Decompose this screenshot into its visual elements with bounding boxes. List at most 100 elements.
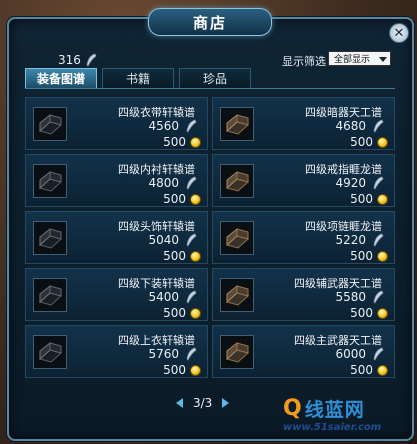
item-gold-price: 500	[350, 363, 388, 377]
gold-coin-icon	[377, 307, 388, 319]
feather-icon	[373, 290, 384, 304]
next-page-icon[interactable]	[222, 398, 230, 408]
shop-item-card[interactable]: 四级辅武器天工谱 5580 500	[212, 268, 395, 321]
prev-page-icon[interactable]	[176, 398, 183, 408]
feather-icon	[186, 176, 197, 190]
shop-item-card[interactable]: 四级衣带轩辕谱 4560 500	[25, 97, 208, 150]
item-price-value: 6000	[335, 347, 366, 361]
item-price: 4560	[148, 119, 197, 133]
item-gold-price: 500	[350, 135, 388, 149]
shop-item-card[interactable]: 四级内衬轩辕谱 4800 500	[25, 154, 208, 207]
item-gold-value: 500	[163, 249, 186, 263]
shop-item-card[interactable]: 四级项链睚龙谱 5220 500	[212, 211, 395, 264]
title-banner: 商店	[148, 8, 272, 36]
item-gold-price: 500	[163, 192, 201, 206]
item-price: 6000	[335, 347, 384, 361]
gold-coin-icon	[190, 307, 201, 319]
feather-icon	[186, 290, 197, 304]
item-gold-value: 500	[163, 192, 186, 206]
feather-icon	[186, 233, 197, 247]
item-price: 5220	[335, 233, 384, 247]
shop-item-card[interactable]: 四级头饰轩辕谱 5040 500	[25, 211, 208, 264]
book-icon	[33, 335, 67, 369]
shop-item-card[interactable]: 四级暗器天工谱 4680 500	[212, 97, 395, 150]
item-price-value: 4680	[335, 119, 366, 133]
shop-item-card[interactable]: 四级主武器天工谱 6000 500	[212, 325, 395, 378]
book-icon	[220, 335, 254, 369]
item-name: 四级暗器天工谱	[305, 106, 382, 119]
close-button[interactable]: ✕	[389, 23, 409, 43]
item-price-value: 5220	[335, 233, 366, 247]
item-price-value: 4800	[148, 176, 179, 190]
book-icon	[220, 221, 254, 255]
feather-icon	[86, 53, 97, 67]
book-icon	[33, 278, 67, 312]
item-price-value: 4920	[335, 176, 366, 190]
item-gold-value: 500	[163, 135, 186, 149]
item-price: 5580	[335, 290, 384, 304]
tab-equipment-recipes[interactable]: 装备图谱	[25, 68, 97, 88]
filter-dropdown[interactable]: 全部显示	[328, 51, 391, 66]
watermark-url: www.51saier.com	[283, 422, 382, 433]
tab-books[interactable]: 书籍	[102, 68, 174, 88]
item-price: 5040	[148, 233, 197, 247]
feather-icon	[186, 347, 197, 361]
item-name: 四级衣带轩辕谱	[118, 106, 195, 119]
item-gold-value: 500	[350, 135, 373, 149]
item-gold-price: 500	[350, 306, 388, 320]
item-name: 四级头饰轩辕谱	[118, 220, 195, 233]
shop-item-card[interactable]: 四级戒指睚龙谱 4920 500	[212, 154, 395, 207]
book-icon	[33, 221, 67, 255]
item-price-value: 5040	[148, 233, 179, 247]
page-indicator: 3/3	[193, 396, 213, 410]
filter-selected-value: 全部显示	[334, 55, 371, 65]
feather-icon	[186, 119, 197, 133]
tab-treasures[interactable]: 珍品	[179, 68, 251, 88]
item-gold-value: 500	[350, 192, 373, 206]
item-price: 4680	[335, 119, 384, 133]
item-gold-price: 500	[350, 192, 388, 206]
book-icon	[33, 164, 67, 198]
item-name: 四级戒指睚龙谱	[305, 163, 382, 176]
feather-icon	[373, 233, 384, 247]
tab-bar: 装备图谱 书籍 珍品	[25, 68, 251, 88]
gold-coin-icon	[190, 250, 201, 262]
item-price: 5760	[148, 347, 197, 361]
item-gold-value: 500	[350, 363, 373, 377]
currency-display: 316	[58, 53, 97, 67]
item-price: 4800	[148, 176, 197, 190]
item-name: 四级内衬轩辕谱	[118, 163, 195, 176]
item-gold-price: 500	[350, 249, 388, 263]
gold-coin-icon	[377, 364, 388, 376]
gold-coin-icon	[190, 193, 201, 205]
gold-coin-icon	[377, 250, 388, 262]
item-name: 四级上衣轩辕谱	[118, 334, 195, 347]
book-icon	[33, 107, 67, 141]
item-name: 四级辅武器天工谱	[294, 277, 382, 290]
item-gold-value: 500	[350, 249, 373, 263]
filter-label: 显示筛选	[282, 55, 326, 68]
item-price-value: 4560	[148, 119, 179, 133]
item-gold-value: 500	[163, 363, 186, 377]
pagination: 3/3	[176, 396, 230, 410]
chevron-down-icon	[379, 57, 387, 62]
item-gold-value: 500	[163, 306, 186, 320]
item-price-value: 5400	[148, 290, 179, 304]
site-watermark: Q 线蓝网 www.51saier.com	[283, 395, 415, 441]
book-icon	[220, 107, 254, 141]
book-icon	[220, 278, 254, 312]
currency-amount: 316	[58, 53, 81, 67]
feather-icon	[373, 176, 384, 190]
gold-coin-icon	[190, 136, 201, 148]
item-grid: 四级衣带轩辕谱 4560 500 四级暗器天工谱 4680 500 四级内衬轩辕…	[25, 88, 395, 385]
item-price: 5400	[148, 290, 197, 304]
item-name: 四级下装轩辕谱	[118, 277, 195, 290]
feather-icon	[373, 119, 384, 133]
gold-coin-icon	[377, 136, 388, 148]
item-gold-price: 500	[163, 135, 201, 149]
window-title: 商店	[192, 13, 227, 32]
shop-item-card[interactable]: 四级上衣轩辕谱 5760 500	[25, 325, 208, 378]
shop-item-card[interactable]: 四级下装轩辕谱 5400 500	[25, 268, 208, 321]
item-price: 4920	[335, 176, 384, 190]
item-price-value: 5580	[335, 290, 366, 304]
